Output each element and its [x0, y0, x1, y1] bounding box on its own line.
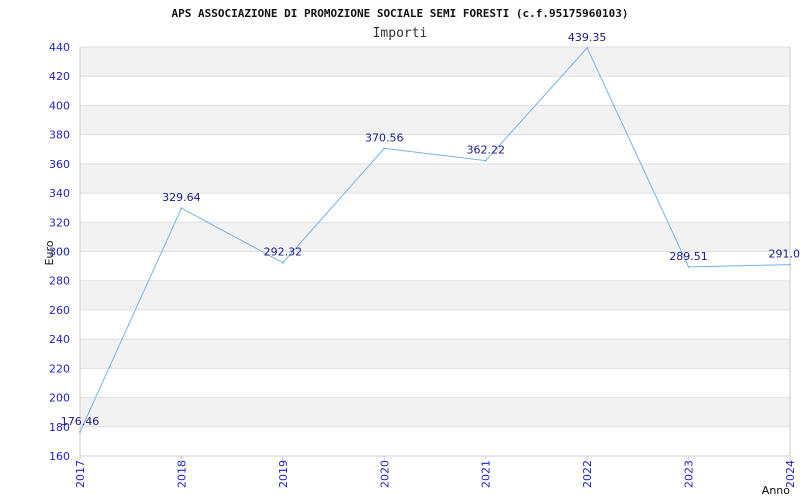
x-tick-label: 2020 [378, 460, 391, 488]
x-axis-ticks: 2017 2018 2019 2020 2021 2022 2023 2024 [74, 456, 797, 488]
grid-band [80, 426, 790, 456]
grid-band [80, 309, 790, 340]
grid-band [80, 47, 790, 77]
data-point [789, 263, 791, 266]
data-label: 291.0 [769, 248, 800, 261]
x-tick-label: 2018 [175, 460, 188, 488]
data-point [586, 46, 589, 49]
y-tick-label: 320 [49, 216, 70, 229]
grid-band [80, 76, 790, 106]
grid-band [80, 397, 790, 427]
y-tick-label: 420 [49, 70, 70, 83]
x-tick-label: 2021 [480, 460, 493, 488]
grid-band [80, 368, 790, 398]
y-tick-label: 440 [49, 41, 70, 54]
y-tick-label: 160 [49, 450, 70, 463]
grid-band [80, 280, 790, 310]
y-tick-label: 240 [49, 333, 70, 346]
x-tick-label: 2019 [277, 460, 290, 488]
y-tick-label: 220 [49, 362, 70, 375]
grid-band [80, 222, 790, 252]
x-axis-label: Anno [762, 484, 790, 497]
data-label: 329.64 [162, 191, 201, 204]
data-point [484, 159, 487, 162]
grid-band [80, 105, 790, 135]
x-tick-label: 2017 [74, 460, 87, 488]
y-tick-label: 200 [49, 392, 70, 405]
y-tick-label: 280 [49, 275, 70, 288]
y-tick-label: 400 [49, 99, 70, 112]
chart-title: APS ASSOCIAZIONE DI PROMOZIONE SOCIALE S… [172, 7, 629, 20]
data-label: 439.35 [568, 31, 607, 44]
x-tick-label: 2023 [683, 460, 696, 488]
data-point [383, 147, 386, 150]
chart-container: APS ASSOCIAZIONE DI PROMOZIONE SOCIALE S… [0, 0, 800, 500]
grid-band [80, 163, 790, 194]
y-axis-label: Euro [43, 240, 56, 265]
data-point [281, 261, 284, 264]
line-chart: APS ASSOCIAZIONE DI PROMOZIONE SOCIALE S… [43, 7, 800, 497]
data-label: 176.46 [61, 415, 100, 428]
data-point [687, 265, 690, 268]
data-label: 289.51 [669, 250, 708, 263]
data-label: 362.22 [466, 144, 505, 157]
data-label: 370.56 [365, 131, 404, 144]
grid-band [80, 339, 790, 369]
y-tick-label: 260 [49, 304, 70, 317]
chart-subtitle: Importi [373, 26, 428, 41]
grid-band [80, 134, 790, 164]
data-label: 292.32 [264, 246, 303, 259]
data-point [79, 430, 81, 433]
y-tick-label: 380 [49, 129, 70, 142]
data-point [180, 207, 183, 210]
x-tick-label: 2022 [581, 460, 594, 488]
y-tick-label: 340 [49, 187, 70, 200]
y-tick-label: 360 [49, 158, 70, 171]
